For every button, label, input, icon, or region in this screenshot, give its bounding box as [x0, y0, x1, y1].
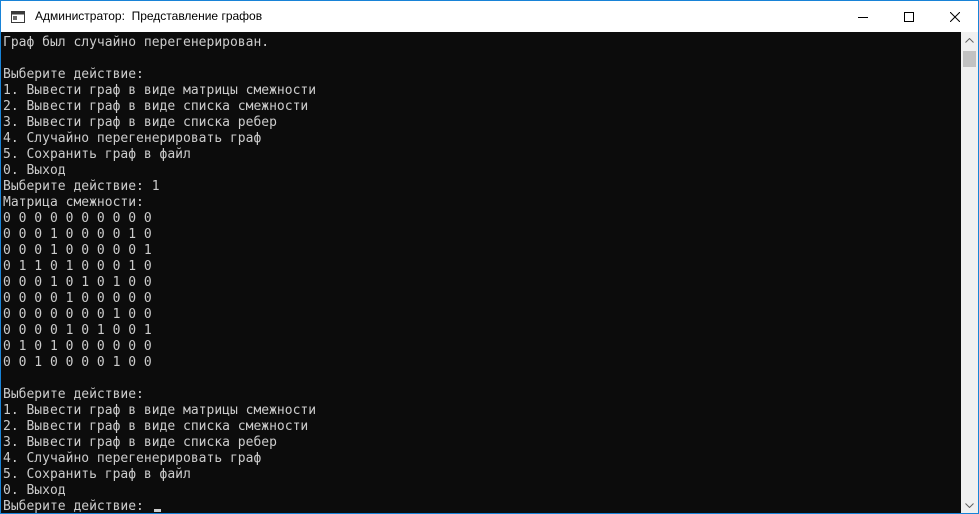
console-lines: Граф был случайно перегенерирован. Выбер… — [3, 35, 317, 498]
scroll-thumb[interactable] — [963, 51, 976, 67]
console-output-area[interactable]: Граф был случайно перегенерирован. Выбер… — [1, 32, 961, 514]
window-title: Администратор: Представление графов — [35, 9, 263, 23]
minimize-icon — [858, 16, 868, 18]
console-app-icon[interactable] — [11, 10, 25, 23]
text-cursor — [153, 509, 161, 512]
maximize-button[interactable] — [886, 1, 932, 32]
title-bar[interactable]: Администратор: Представление графов — [1, 1, 978, 32]
minimize-button[interactable] — [840, 1, 886, 32]
arrow-down-icon — [965, 503, 974, 508]
arrow-up-icon — [965, 38, 974, 43]
scroll-up-button[interactable] — [961, 32, 978, 49]
console-prompt: Выберите действие: — [3, 499, 152, 514]
close-icon — [950, 11, 960, 22]
close-button[interactable] — [932, 1, 978, 32]
scroll-down-button[interactable] — [961, 497, 978, 513]
console-text[interactable]: Граф был случайно перегенерирован. Выбер… — [1, 32, 961, 514]
maximize-icon — [904, 11, 914, 22]
vertical-scrollbar[interactable] — [961, 32, 978, 513]
console-window: Администратор: Представление графов Граф… — [0, 0, 979, 514]
